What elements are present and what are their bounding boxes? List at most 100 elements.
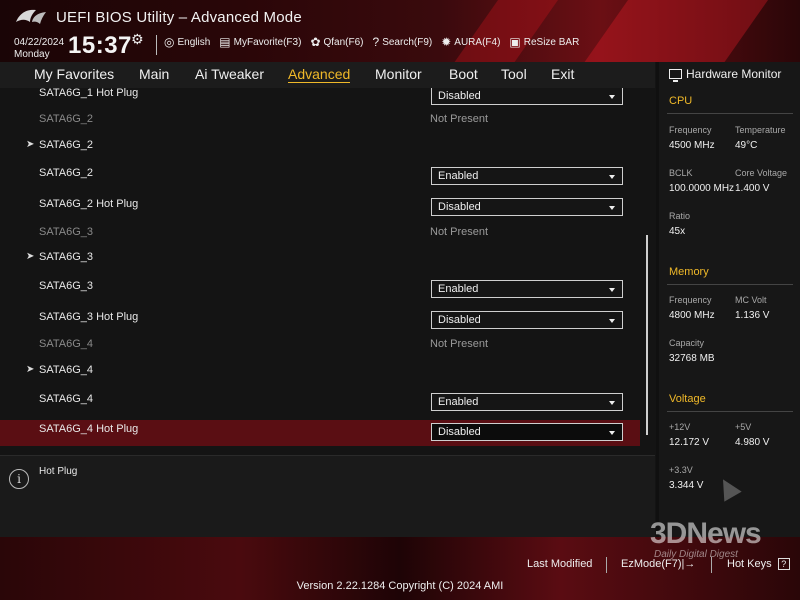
setting-row[interactable]: SATA6G_3 Hot Plug Disabled xyxy=(0,308,640,334)
setting-label: SATA6G_3 Hot Plug xyxy=(39,311,139,323)
dropdown-value: Enabled xyxy=(438,283,479,295)
setting-dropdown[interactable]: Disabled xyxy=(431,311,623,329)
setting-label: SATA6G_4 xyxy=(39,364,94,376)
setting-status-value: Not Present xyxy=(430,226,489,238)
setting-label: SATA6G_4 Hot Plug xyxy=(39,423,139,435)
bclk-value: 100.0000 MHz xyxy=(669,183,735,194)
setting-label: SATA6G_2 Hot Plug xyxy=(39,198,139,210)
setting-row: SATA6G_2 Not Present xyxy=(0,110,640,136)
page-title: UEFI BIOS Utility – Advanced Mode xyxy=(56,9,302,26)
toolbar-aura-button[interactable]: ✹ AURA(F4) xyxy=(441,36,500,48)
setting-label: SATA6G_3 xyxy=(39,251,94,263)
mc-volt-value: 1.136 V xyxy=(735,310,770,321)
toolbar-label: AURA(F4) xyxy=(454,36,501,48)
setting-dropdown[interactable]: Enabled xyxy=(431,280,623,298)
toolbar-favorite-button[interactable]: ▤ MyFavorite(F3) xyxy=(219,36,301,48)
toolbar-resize-bar-button[interactable]: ▣ ReSize BAR xyxy=(509,36,579,48)
dropdown-value: Enabled xyxy=(438,396,479,408)
toolbar-globe-button[interactable]: ◎ English xyxy=(164,36,210,48)
help-panel: i Hot Plug xyxy=(0,455,655,537)
setting-label: SATA6G_3 xyxy=(39,226,94,238)
setting-label: SATA6G_2 xyxy=(39,167,94,179)
v12-label: +12V xyxy=(669,422,691,432)
hardware-monitor-label: Hardware Monitor xyxy=(686,67,782,81)
ratio-label: Ratio xyxy=(669,211,691,221)
fan-icon: ✿ xyxy=(310,35,321,49)
toolbar-label: MyFavorite(F3) xyxy=(233,36,302,48)
last-modified-button[interactable]: Last Modified xyxy=(527,558,592,570)
header-bar: UEFI BIOS Utility – Advanced Mode 04/22/… xyxy=(0,0,800,62)
setting-label: SATA6G_4 xyxy=(39,393,94,405)
setting-dropdown[interactable]: Disabled xyxy=(431,423,623,441)
divider xyxy=(606,557,607,573)
setting-row[interactable]: SATA6G_3 Enabled xyxy=(0,277,640,303)
menu-tab-advanced[interactable]: Advanced xyxy=(288,66,351,83)
rog-logo-icon xyxy=(16,9,46,24)
menu-tab-boot[interactable]: Boot xyxy=(449,66,478,82)
core-voltage-label: Core Voltage xyxy=(735,168,788,178)
memory-section-title: Memory xyxy=(669,266,709,278)
setting-dropdown[interactable]: Disabled xyxy=(431,88,623,105)
toolbar: ◎ English ▤ MyFavorite(F3) ✿ Qfan(F6) ? Search(… xyxy=(164,36,579,48)
setting-label: SATA6G_1 Hot Plug xyxy=(39,88,139,99)
search-icon: ? xyxy=(372,35,380,49)
favorite-icon: ▤ xyxy=(219,35,231,49)
header-decoration xyxy=(557,0,783,62)
date-text: 04/22/2024 xyxy=(14,37,65,48)
chevron-down-icon xyxy=(609,95,615,99)
setting-row[interactable]: ➤ SATA6G_3 xyxy=(0,248,640,274)
toolbar-label: English xyxy=(177,36,211,48)
menu-tab-monitor[interactable]: Monitor xyxy=(375,66,422,82)
clock-settings-icon[interactable]: ⚙ xyxy=(131,31,144,48)
cpu-frequency-value: 4500 MHz xyxy=(669,140,715,151)
date-display: 04/22/2024 Monday xyxy=(14,37,64,61)
divider xyxy=(667,411,793,412)
scrollbar[interactable] xyxy=(646,235,648,435)
info-icon: i xyxy=(9,469,29,489)
clock-time: 15:37 xyxy=(68,32,132,59)
setting-row[interactable]: SATA6G_4 Hot Plug Disabled xyxy=(0,420,640,446)
setting-row[interactable]: ➤ SATA6G_2 xyxy=(0,136,640,162)
chevron-down-icon xyxy=(609,319,615,323)
cpu-temperature-label: Temperature xyxy=(735,125,786,135)
chevron-down-icon xyxy=(609,175,615,179)
setting-label: SATA6G_4 xyxy=(39,338,94,350)
memory-frequency-value: 4800 MHz xyxy=(669,310,715,321)
globe-icon: ◎ xyxy=(164,35,175,49)
toolbar-label: Qfan(F6) xyxy=(323,36,364,48)
main-menu-bar: My Favorites Main Ai Tweaker Advanced Monito… xyxy=(0,62,655,88)
divider xyxy=(667,284,793,285)
menu-tab-tool[interactable]: Tool xyxy=(501,66,527,82)
setting-dropdown[interactable]: Enabled xyxy=(431,393,623,411)
setting-row[interactable]: ➤ SATA6G_4 xyxy=(0,361,640,387)
menu-tab-my-favorites[interactable]: My Favorites xyxy=(34,66,114,82)
submenu-arrow-icon: ➤ xyxy=(26,251,35,262)
setting-row[interactable]: SATA6G_2 Hot Plug Disabled xyxy=(0,195,640,221)
setting-row[interactable]: SATA6G_2 Enabled xyxy=(0,164,640,190)
setting-row[interactable]: SATA6G_1 Hot Plug Disabled xyxy=(0,88,640,110)
capacity-label: Capacity xyxy=(669,338,705,348)
version-text: Version 2.22.1284 Copyright (C) 2024 AMI xyxy=(296,580,504,592)
setting-status-value: Not Present xyxy=(430,338,489,350)
menu-tab-ai-tweaker[interactable]: Ai Tweaker xyxy=(195,66,264,82)
cpu-frequency-label: Frequency xyxy=(669,125,712,135)
submenu-arrow-icon: ➤ xyxy=(26,139,35,150)
setting-label: SATA6G_2 xyxy=(39,139,94,151)
v12-value: 12.172 V xyxy=(669,437,710,448)
setting-row[interactable]: SATA6G_4 Enabled xyxy=(0,390,640,416)
toolbar-search-button[interactable]: ? Search(F9) xyxy=(373,36,433,48)
chevron-down-icon xyxy=(609,206,615,210)
menu-tab-main[interactable]: Main xyxy=(139,66,169,82)
dropdown-value: Disabled xyxy=(438,426,481,438)
dropdown-value: Enabled xyxy=(438,170,479,182)
toolbar-fan-button[interactable]: ✿ Qfan(F6) xyxy=(310,36,363,48)
chevron-down-icon xyxy=(609,431,615,435)
mc-volt-label: MC Volt xyxy=(735,295,767,305)
divider xyxy=(156,35,157,55)
setting-dropdown[interactable]: Enabled xyxy=(431,167,623,185)
menu-tab-exit[interactable]: Exit xyxy=(551,66,574,82)
v5-label: +5V xyxy=(735,422,752,432)
core-voltage-value: 1.400 V xyxy=(735,183,770,194)
bclk-label: BCLK xyxy=(669,168,693,178)
setting-dropdown[interactable]: Disabled xyxy=(431,198,623,216)
